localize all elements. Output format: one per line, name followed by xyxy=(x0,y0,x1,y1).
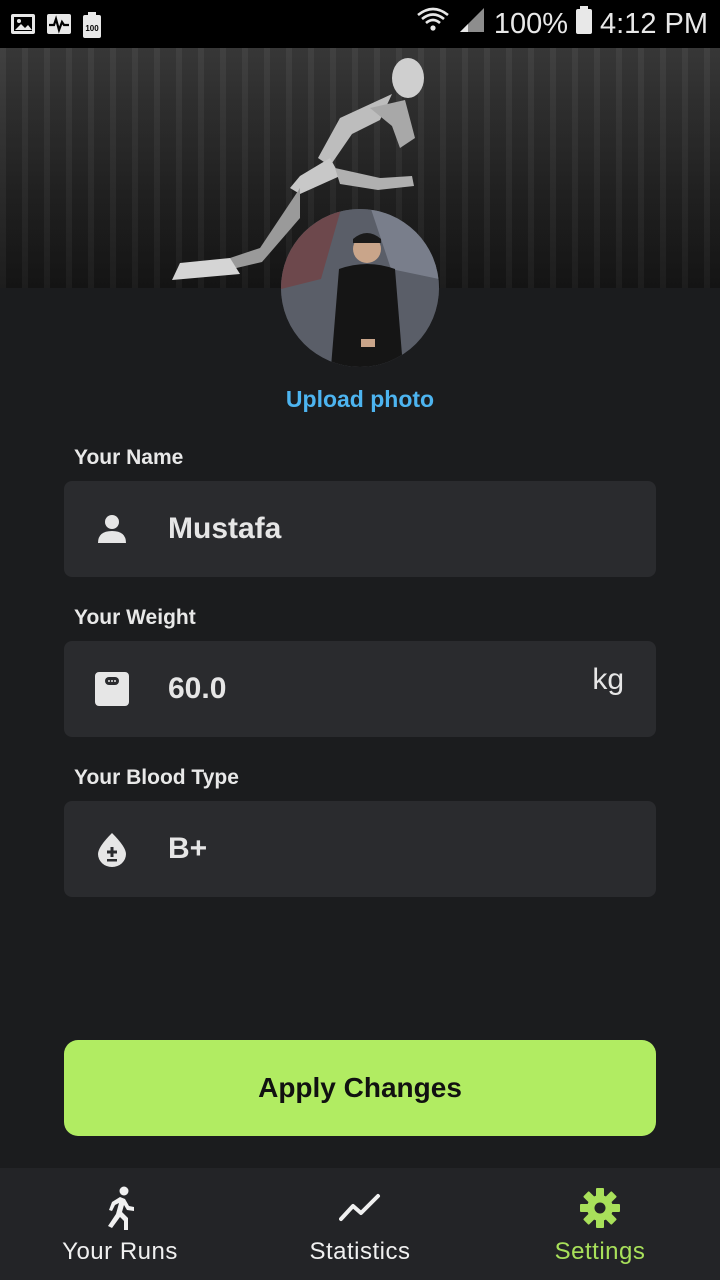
bottom-navigation: Your Runs Statistics Settings xyxy=(0,1168,720,1280)
scale-icon xyxy=(94,671,130,707)
person-icon xyxy=(94,511,130,547)
nav-statistics-label: Statistics xyxy=(309,1238,411,1265)
status-right: 100% 4:12 PM xyxy=(416,6,708,42)
weight-label: Your Weight xyxy=(74,606,196,629)
clock: 4:12 PM xyxy=(600,7,708,40)
name-label: Your Name xyxy=(74,446,184,469)
name-value[interactable]: Mustafa xyxy=(168,512,281,546)
blood-drop-icon xyxy=(94,831,130,867)
runner-icon xyxy=(98,1186,142,1230)
status-bar: 100 100% 4:12 PM xyxy=(0,0,720,48)
signal-icon xyxy=(458,6,486,42)
activity-icon xyxy=(46,12,72,36)
weight-value[interactable]: 60.0 xyxy=(168,672,226,706)
image-icon xyxy=(10,12,36,36)
apply-changes-button[interactable]: Apply Changes xyxy=(64,1040,656,1136)
nav-your-runs[interactable]: Your Runs xyxy=(0,1168,240,1280)
status-left-icons: 100 xyxy=(10,12,108,38)
nav-your-runs-label: Your Runs xyxy=(62,1238,178,1265)
blood-type-label: Your Blood Type xyxy=(74,766,239,789)
battery-icon xyxy=(576,6,592,42)
upload-photo-link[interactable]: Upload photo xyxy=(0,386,720,413)
weight-field[interactable]: 60.0 kg xyxy=(64,641,656,737)
gear-icon xyxy=(578,1186,622,1230)
nav-statistics[interactable]: Statistics xyxy=(240,1168,480,1280)
nav-settings[interactable]: Settings xyxy=(480,1168,720,1280)
name-field[interactable]: Mustafa xyxy=(64,481,656,577)
battery-percent: 100% xyxy=(493,7,568,40)
wifi-icon xyxy=(416,6,450,42)
battery-saver-label: 100 xyxy=(85,24,99,33)
settings-screen: 100 100% 4:12 PM Upload photo Your Name … xyxy=(0,0,720,1280)
profile-avatar[interactable] xyxy=(281,209,439,367)
nav-settings-label: Settings xyxy=(554,1238,646,1265)
trend-icon xyxy=(338,1186,382,1230)
battery-saver-icon: 100 xyxy=(82,12,108,38)
blood-type-value[interactable]: B+ xyxy=(168,832,207,866)
blood-type-field[interactable]: B+ xyxy=(64,801,656,897)
weight-unit: kg xyxy=(592,663,624,696)
